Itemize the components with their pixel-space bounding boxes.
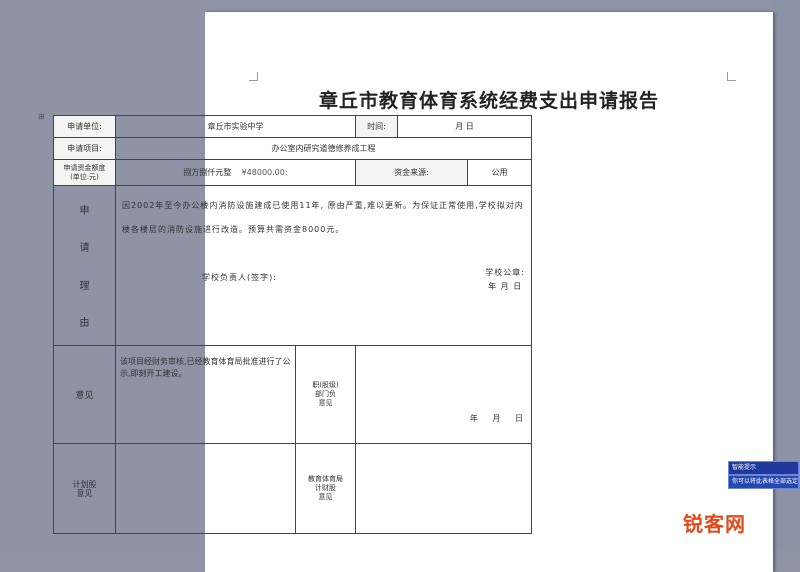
amount-label-main: 申请资金额度: [63, 163, 106, 172]
reason-label-char: 请: [79, 243, 90, 255]
table-row: 申 请 理 由 因2002年至今办公楼内消防设施建成已使用11年, 原由严重,难…: [53, 185, 533, 346]
reason-label-cell: 申 请 理 由: [53, 185, 116, 346]
reason-label-char: 由: [79, 318, 90, 330]
project-value[interactable]: 办公室内研究道德修养成工程: [114, 137, 533, 160]
tooltip-line-2[interactable]: 你可以将此表格全部选定: [728, 475, 799, 489]
amount-value-cell[interactable]: 捌万捌仟元整 ¥48000.00:: [115, 159, 356, 186]
signature-row: 学校负责人(签字): 学校公章: 年 月 日: [122, 266, 525, 294]
opinion-date: 年 月 日: [469, 414, 530, 423]
amount-label: 申请资金额度 (单位:元): [53, 159, 116, 186]
seal-label: 学校公章:: [485, 268, 526, 277]
opinion-label: 意见: [53, 345, 116, 444]
opinion-text: 该项目经财务审核,已经教育体育局批准进行了公示,即刻开工建设。: [120, 357, 291, 378]
time-label: 时间:: [355, 115, 398, 138]
opinion-text-cell[interactable]: 该项目经财务审核,已经教育体育局批准进行了公示,即刻开工建设。: [115, 345, 296, 444]
table-row: 计划股 意见 教育体育局 计财股 意见: [53, 443, 533, 534]
apply-unit-label: 申请单位:: [53, 115, 116, 138]
amount-number: ¥48000.00:: [241, 168, 288, 177]
plan-label: 计划股 意见: [53, 443, 116, 534]
table-anchor-icon[interactable]: ⊞: [38, 112, 45, 121]
signer-label: 学校负责人(签字):: [202, 273, 277, 282]
reason-cell[interactable]: 因2002年至今办公楼内消防设施建成已使用11年, 原由严重,难以更新。为保证正…: [114, 185, 533, 346]
plan-cell[interactable]: [115, 443, 296, 534]
tooltip-line-1[interactable]: 智能提示: [728, 461, 799, 475]
table-row: 申请单位: 章丘市实验中学 时间: 月 日: [53, 115, 533, 138]
crop-mark: [727, 72, 736, 81]
table-row: 意见 该项目经财务审核,已经教育体育局批准进行了公示,即刻开工建设。 职(股级)…: [53, 345, 533, 444]
reason-label-char: 申: [79, 205, 90, 217]
apply-unit-value[interactable]: 章丘市实验中学: [115, 115, 356, 138]
seal-block: 学校公章: 年 月 日: [485, 266, 525, 294]
application-form-table: 申请单位: 章丘市实验中学 时间: 月 日 申请项目: 办公室内研究道德修养成工…: [53, 115, 533, 534]
reason-date: 年 月 日: [488, 282, 523, 291]
crop-mark: [249, 72, 258, 81]
amount-label-sub: (单位:元): [70, 172, 99, 181]
dept-opinion-cell[interactable]: 年 月 日: [354, 345, 533, 444]
table-row: 申请资金额度 (单位:元) 捌万捌仟元整 ¥48000.00: 资金来源: 公用: [53, 159, 533, 186]
site-watermark: 锐客网: [683, 512, 746, 536]
project-label: 申请项目:: [53, 137, 116, 160]
reason-label-char: 理: [79, 280, 90, 292]
finance-label: 教育体育局 计财股 意见: [295, 443, 356, 534]
amount-value: 捌万捌仟元整: [183, 168, 232, 177]
reason-label: 申 请 理 由: [56, 191, 113, 341]
time-value[interactable]: 月 日: [396, 115, 533, 138]
page-title: 章丘市教育体育系统经费支出申请报告: [318, 90, 659, 112]
fund-source-label: 资金来源:: [355, 159, 468, 186]
table-row: 申请项目: 办公室内研究道德修养成工程: [53, 137, 533, 160]
reason-text: 因2002年至今办公楼内消防设施建成已使用11年, 原由严重,难以更新。为保证正…: [122, 201, 524, 234]
finance-cell[interactable]: [354, 443, 533, 534]
dept-opinion-label: 职(股级) 部门负 意见: [295, 345, 356, 444]
fund-source-value[interactable]: 公用: [466, 159, 533, 186]
